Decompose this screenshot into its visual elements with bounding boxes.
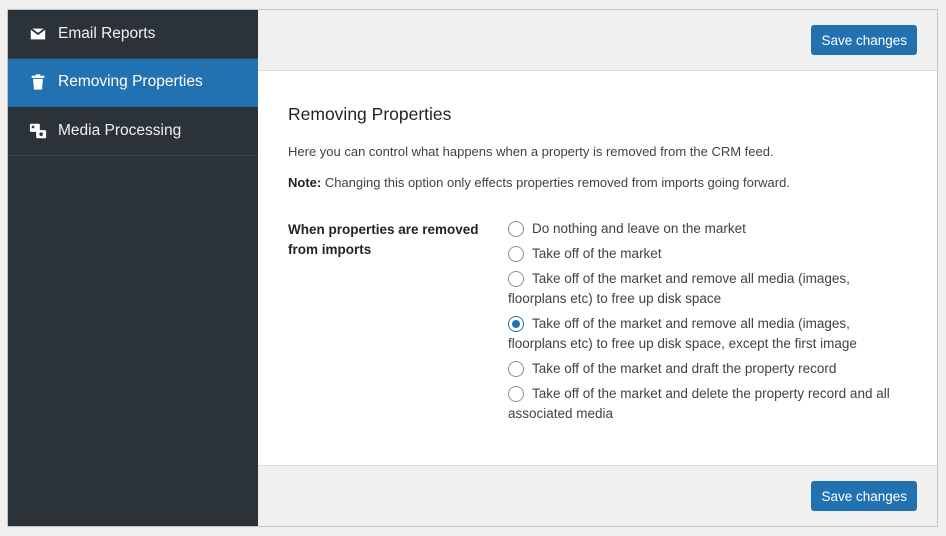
- envelope-icon: [29, 25, 47, 43]
- radio-option-remove-all-media[interactable]: Take off of the market and remove all me…: [508, 269, 907, 309]
- settings-frame: Email Reports Removing Properties Media …: [7, 9, 938, 527]
- section-description: Here you can control what happens when a…: [288, 144, 774, 159]
- radio-option-do-nothing[interactable]: Do nothing and leave on the market: [508, 219, 907, 239]
- sidebar-item-email-reports[interactable]: Email Reports: [8, 10, 258, 59]
- radio-button[interactable]: [508, 316, 524, 333]
- save-changes-button-top[interactable]: Save changes: [811, 25, 917, 55]
- radio-button[interactable]: [508, 246, 524, 263]
- radio-button[interactable]: [508, 386, 524, 403]
- sidebar-item-label: Removing Properties: [58, 73, 203, 91]
- field-label: When properties are removed from imports: [288, 222, 479, 257]
- trash-icon: [29, 73, 47, 91]
- sidebar-item-label: Media Processing: [58, 121, 182, 139]
- radio-label: Take off of the market: [532, 246, 662, 262]
- removal-behaviour-field: When properties are removed from imports…: [288, 219, 907, 429]
- radio-label: Take off of the market and remove all me…: [508, 271, 850, 307]
- radio-label: Take off of the market and delete the pr…: [508, 386, 890, 422]
- radio-label: Take off of the market and draft the pro…: [532, 361, 837, 377]
- bottom-toolbar: Save changes: [258, 465, 937, 526]
- note-label: Note:: [288, 175, 322, 191]
- radio-button[interactable]: [508, 361, 524, 378]
- radio-option-take-off[interactable]: Take off of the market: [508, 244, 907, 264]
- radio-label: Take off of the market and remove all me…: [508, 316, 857, 352]
- radio-group: Do nothing and leave on the market Take …: [508, 219, 907, 429]
- sidebar-item-removing-properties[interactable]: Removing Properties: [8, 58, 258, 107]
- radio-option-draft-record[interactable]: Take off of the market and draft the pro…: [508, 359, 907, 379]
- save-changes-button-bottom[interactable]: Save changes: [811, 481, 917, 511]
- radio-button[interactable]: [508, 221, 524, 238]
- radio-button[interactable]: [508, 271, 524, 288]
- radio-label: Do nothing and leave on the market: [532, 221, 746, 237]
- sidebar-item-label: Email Reports: [58, 24, 156, 42]
- section-title: Removing Properties: [288, 104, 452, 124]
- radio-option-remove-media-except-first[interactable]: Take off of the market and remove all me…: [508, 314, 907, 354]
- note-text: Changing this option only effects proper…: [321, 175, 790, 191]
- radio-option-delete-record[interactable]: Take off of the market and delete the pr…: [508, 384, 907, 424]
- sidebar: Email Reports Removing Properties Media …: [8, 10, 258, 526]
- sidebar-item-media-processing[interactable]: Media Processing: [8, 107, 258, 156]
- section-note: Note: Changing this option only effects …: [288, 174, 907, 192]
- main-panel: Save changes Removing Properties Here yo…: [258, 10, 937, 526]
- images-icon: [29, 122, 47, 140]
- top-toolbar: Save changes: [258, 10, 937, 71]
- settings-content: Removing Properties Here you can control…: [258, 71, 937, 429]
